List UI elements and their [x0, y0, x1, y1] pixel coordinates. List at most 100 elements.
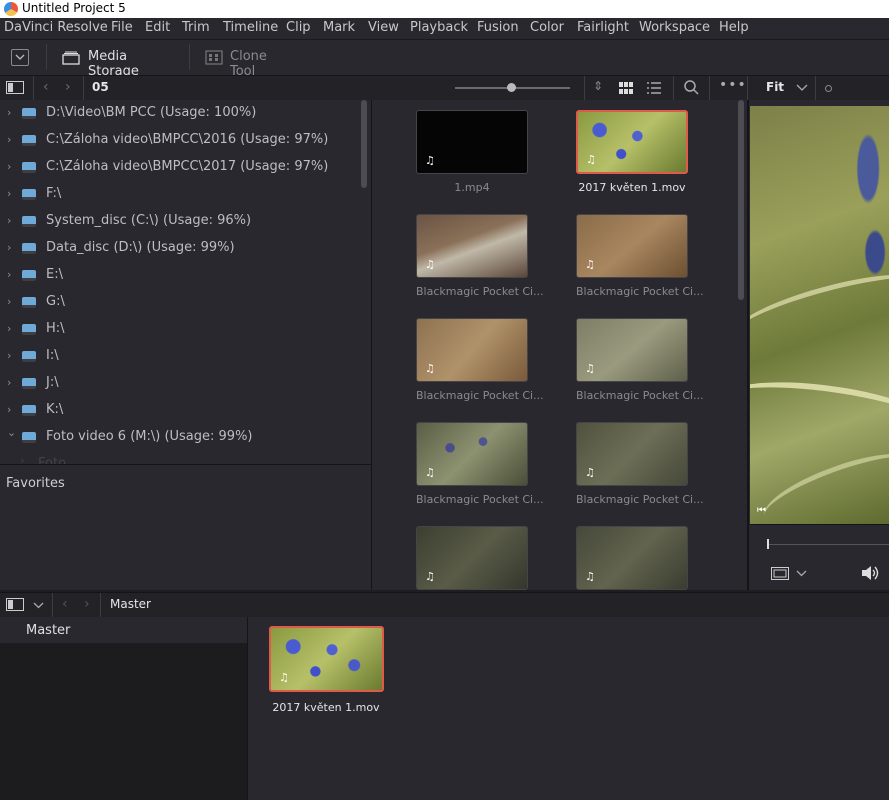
- tree-item[interactable]: › C:\Záloha video\BMPCC\2016 (Usage: 97%): [0, 127, 360, 154]
- menu-fusion[interactable]: Fusion: [477, 20, 519, 35]
- tree-item[interactable]: › System_disc (C:\) (Usage: 96%): [0, 208, 360, 235]
- storage-icon: [62, 51, 80, 65]
- clip-item[interactable]: ♫: [576, 526, 688, 597]
- drive-icon: [22, 351, 36, 362]
- menu-edit[interactable]: Edit: [145, 20, 170, 35]
- menu-color[interactable]: Color: [530, 20, 564, 35]
- tree-item[interactable]: › I:\: [0, 343, 360, 370]
- chevron-down-icon[interactable]: [796, 84, 808, 92]
- back-arrow-icon[interactable]: ‹: [43, 79, 49, 95]
- clip-name: 1.mp4: [454, 181, 490, 194]
- chevron-right-icon[interactable]: ›: [7, 133, 11, 146]
- toolbar: Media Storage Clone Tool: [0, 39, 889, 79]
- clip-item[interactable]: ♫ Blackmagic Pocket Ci...: [416, 422, 544, 506]
- menu-fairlight[interactable]: Fairlight: [577, 20, 629, 35]
- music-icon: ♫: [425, 362, 435, 375]
- viewer-dot-icon[interactable]: [825, 85, 832, 92]
- chevron-right-icon[interactable]: ›: [7, 295, 11, 308]
- clip-item[interactable]: ♫ Blackmagic Pocket Ci...: [576, 214, 704, 298]
- menu-help[interactable]: Help: [719, 20, 749, 35]
- chevron-right-icon[interactable]: ›: [7, 349, 11, 362]
- tree-item[interactable]: › K:\: [0, 397, 360, 424]
- clip-name: Blackmagic Pocket Ci...: [576, 493, 704, 506]
- media-pool-clip[interactable]: ♫ 2017 květen 1.mov: [269, 626, 384, 714]
- menu-clip[interactable]: Clip: [286, 20, 311, 35]
- chevron-down-icon: [15, 54, 25, 60]
- menu-file[interactable]: File: [111, 20, 133, 35]
- tree-item[interactable]: ⌄ Foto video 6 (M:\) (Usage: 99%): [0, 424, 360, 451]
- chevron-right-icon[interactable]: ›: [7, 322, 11, 335]
- tree-item[interactable]: › C:\Záloha video\BMPCC\2017 (Usage: 97%): [0, 154, 360, 181]
- tree-item-label: D:\Video\BM PCC (Usage: 100%): [46, 105, 257, 120]
- chevron-right-icon[interactable]: ›: [20, 454, 24, 467]
- bin-item-master[interactable]: Master: [0, 617, 247, 643]
- viewer-mode-icon[interactable]: [771, 567, 789, 580]
- tree-item[interactable]: › Data_disc (D:\) (Usage: 99%): [0, 235, 360, 262]
- playhead[interactable]: [767, 539, 769, 549]
- clip-name: 2017 květen 1.mov: [578, 181, 686, 194]
- drive-icon: [22, 135, 36, 146]
- slider-handle[interactable]: [507, 83, 516, 92]
- clip-item[interactable]: ♫ Blackmagic Pocket Ci...: [576, 422, 704, 506]
- media-scrollbar[interactable]: [738, 100, 744, 300]
- clip-item[interactable]: ♫ Blackmagic Pocket Ci...: [416, 318, 544, 402]
- clip-item[interactable]: ♫ Blackmagic Pocket Ci...: [416, 214, 544, 298]
- menu-workspace[interactable]: Workspace: [639, 20, 710, 35]
- volume-icon[interactable]: [861, 565, 879, 581]
- menu-timeline[interactable]: Timeline: [223, 20, 278, 35]
- menu-view[interactable]: View: [368, 20, 399, 35]
- chevron-right-icon[interactable]: ›: [7, 187, 11, 200]
- chevron-down-icon[interactable]: [796, 570, 807, 577]
- drive-icon: [22, 108, 36, 119]
- tree-item[interactable]: › E:\: [0, 262, 360, 289]
- media-browser: ♫ 1.mp4 ♫ 2017 květen 1.mov ♫ Blackmagic Pock…: [372, 100, 747, 590]
- viewer-image: [750, 106, 889, 524]
- tree-item[interactable]: › Foto: [0, 452, 360, 467]
- search-icon[interactable]: [684, 80, 699, 95]
- clip-thumbnail: ♫: [576, 110, 688, 174]
- tree-item[interactable]: › G:\: [0, 289, 360, 316]
- chevron-right-icon[interactable]: ›: [7, 106, 11, 119]
- tree-item[interactable]: › H:\: [0, 316, 360, 343]
- drive-icon: [22, 297, 36, 308]
- drive-icon: [22, 216, 36, 227]
- chevron-down-icon[interactable]: ⌄: [7, 426, 16, 439]
- tree-scrollbar[interactable]: [361, 100, 367, 188]
- sidebar-toggle-icon[interactable]: [6, 81, 24, 94]
- clone-icon: [205, 50, 223, 65]
- favorites-header: Favorites: [6, 476, 65, 491]
- clip-thumbnail: ♫: [416, 422, 528, 486]
- tree-item[interactable]: › D:\Video\BM PCC (Usage: 100%): [0, 100, 360, 127]
- viewer-zoom-select[interactable]: Fit: [766, 80, 784, 94]
- forward-arrow-icon[interactable]: ›: [65, 79, 71, 95]
- sort-icon[interactable]: ⇕: [593, 79, 603, 93]
- clip-item[interactable]: ♫ 1.mp4: [416, 110, 528, 194]
- drive-icon: [22, 189, 36, 200]
- clip-thumbnail: ♫: [576, 214, 688, 278]
- chevron-right-icon[interactable]: ›: [7, 214, 11, 227]
- clip-item[interactable]: ♫: [416, 526, 528, 597]
- list-view-icon[interactable]: [647, 82, 661, 94]
- clip-item[interactable]: ♫ Blackmagic Pocket Ci...: [576, 318, 704, 402]
- chevron-right-icon[interactable]: ›: [7, 403, 11, 416]
- clip-item[interactable]: ♫ 2017 květen 1.mov: [576, 110, 688, 194]
- bin-list-toggle-icon[interactable]: [6, 598, 24, 611]
- chevron-right-icon[interactable]: ›: [7, 241, 11, 254]
- menu-mark[interactable]: Mark: [323, 20, 355, 35]
- tree-item-label: C:\Záloha video\BMPCC\2017 (Usage: 97%): [46, 159, 329, 174]
- menu-trim[interactable]: Trim: [182, 20, 210, 35]
- menu-davinci-resolve[interactable]: DaVinci Resolve: [4, 20, 108, 35]
- tree-item[interactable]: › J:\: [0, 370, 360, 397]
- panel-toggle-button[interactable]: [11, 49, 29, 66]
- grid-view-icon[interactable]: [619, 82, 633, 94]
- back-arrow-icon[interactable]: ‹: [62, 596, 68, 612]
- menu-playback[interactable]: Playback: [410, 20, 468, 35]
- clip-thumbnail: ♫: [576, 318, 688, 382]
- chevron-right-icon[interactable]: ›: [7, 268, 11, 281]
- more-options-icon[interactable]: •••: [719, 77, 747, 93]
- chevron-right-icon[interactable]: ›: [7, 160, 11, 173]
- chevron-right-icon[interactable]: ›: [7, 376, 11, 389]
- chevron-down-icon[interactable]: [33, 602, 44, 609]
- forward-arrow-icon[interactable]: ›: [84, 596, 90, 612]
- tree-item[interactable]: › F:\: [0, 181, 360, 208]
